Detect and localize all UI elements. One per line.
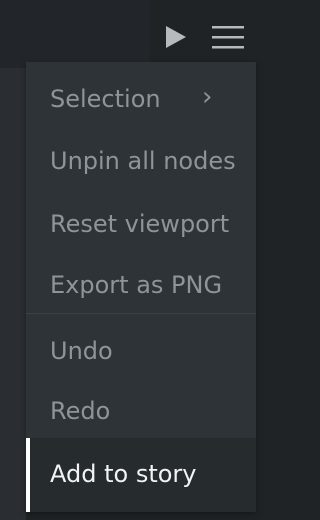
menu-item-label: Export as PNG [50, 271, 223, 299]
menu-item-reset-viewport[interactable]: Reset viewport [26, 207, 256, 241]
menu-item-label: Reset viewport [50, 210, 230, 238]
hamburger-menu-icon[interactable] [210, 20, 246, 54]
menu-item-export-png[interactable]: Export as PNG [26, 268, 256, 302]
chevron-right-icon: › [202, 82, 213, 112]
menu-item-undo[interactable]: Undo [26, 334, 256, 368]
menu-item-add-to-story[interactable]: Add to story [26, 438, 256, 512]
top-toolbar [0, 0, 262, 68]
menu-item-label: Redo [50, 397, 111, 425]
menu-item-unpin-all-nodes[interactable]: Unpin all nodes [26, 144, 256, 178]
menu-item-label: Selection [50, 85, 161, 113]
canvas-background [0, 68, 26, 520]
active-indicator [26, 438, 30, 512]
play-icon[interactable] [160, 22, 190, 52]
menu-item-selection[interactable]: Selection › [26, 82, 256, 116]
menu-divider [26, 313, 256, 314]
menu-item-label: Undo [50, 337, 113, 365]
menu-item-label: Add to story [50, 460, 197, 488]
dropdown-menu: Selection › Unpin all nodes Reset viewpo… [26, 62, 256, 512]
toolbar-left-area [0, 0, 150, 68]
menu-item-label: Unpin all nodes [50, 147, 236, 175]
menu-item-redo[interactable]: Redo [26, 394, 256, 428]
